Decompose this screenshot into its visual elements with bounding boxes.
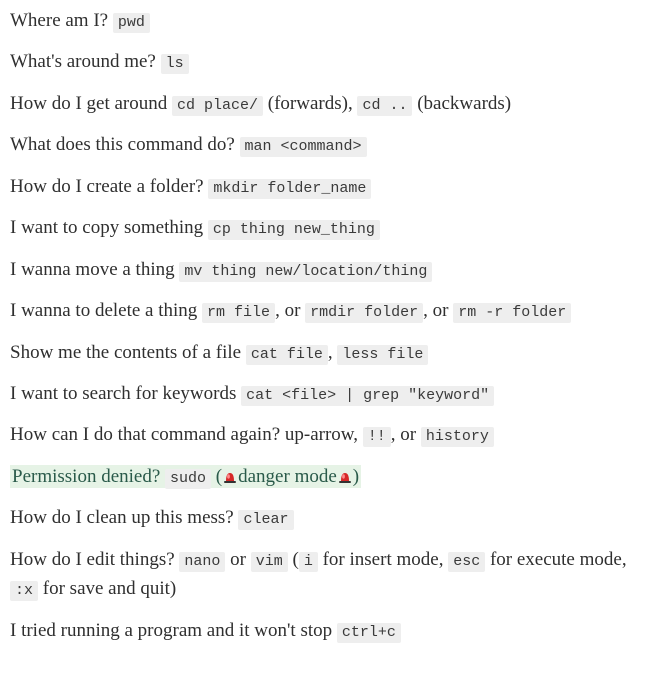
question-text: Permission denied? [12, 466, 160, 487]
line-ctrlc: I tried running a program and it won't s… [10, 616, 656, 645]
question-text: How can I do that command again? up-arro… [10, 424, 358, 445]
cmd-cat: cat file [246, 345, 328, 365]
cmd-cd-back: cd .. [357, 96, 412, 116]
question-text: How do I clean up this mess? [10, 507, 234, 528]
cmd-less: less file [337, 345, 428, 365]
text: ) [353, 466, 359, 487]
cmd-bangbang: !! [363, 427, 391, 447]
cmd-rmdir: rmdir folder [305, 303, 423, 323]
cmd-vim-esc: esc [448, 552, 485, 572]
cmd-rm: rm file [202, 303, 275, 323]
cmd-vim: vim [251, 552, 288, 572]
question-text: Show me the contents of a file [10, 342, 241, 363]
text: for execute mode, [485, 549, 626, 570]
text: , or [275, 300, 305, 321]
line-grep: I want to search for keywords cat <file>… [10, 379, 656, 408]
line-mv: I wanna move a thing mv thing new/locati… [10, 255, 656, 284]
question-text: How do I edit things? [10, 549, 175, 570]
line-cd: How do I get around cd place/ (forwards)… [10, 89, 656, 118]
line-pwd: Where am I? pwd [10, 6, 656, 35]
line-ls: What's around me? ls [10, 47, 656, 76]
cmd-history: history [421, 427, 494, 447]
question-text: I wanna move a thing [10, 259, 175, 280]
question-text: Where am I? [10, 10, 108, 31]
line-cp: I want to copy something cp thing new_th… [10, 213, 656, 242]
cmd-grep: cat <file> | grep "keyword" [241, 386, 494, 406]
line-cat: Show me the contents of a file cat file,… [10, 338, 656, 367]
text: (forwards), [263, 93, 357, 114]
question-text: How do I create a folder? [10, 176, 204, 197]
cmd-rm-r: rm -r folder [453, 303, 571, 323]
cmd-ctrl-c: ctrl+c [337, 623, 401, 643]
cmd-mkdir: mkdir folder_name [208, 179, 371, 199]
question-text: How do I get around [10, 93, 167, 114]
cmd-mv: mv thing new/location/thing [179, 262, 432, 282]
siren-icon [337, 468, 353, 484]
question-text: I want to search for keywords [10, 383, 236, 404]
siren-icon [222, 468, 238, 484]
text: ( [288, 549, 299, 570]
cmd-clear: clear [238, 510, 293, 530]
text: for insert mode, [318, 549, 448, 570]
cmd-vim-x: :x [10, 581, 38, 601]
highlight-permission-denied: Permission denied? sudo ( danger mode) [10, 465, 361, 488]
line-man: What does this command do? man <command> [10, 130, 656, 159]
text: , [328, 342, 338, 363]
cmd-nano: nano [179, 552, 225, 572]
question-text: I wanna to delete a thing [10, 300, 197, 321]
question-text: I want to copy something [10, 217, 203, 238]
cmd-ls: ls [161, 54, 189, 74]
text: (backwards) [412, 93, 511, 114]
text: , or [423, 300, 453, 321]
cmd-man: man <command> [240, 137, 367, 157]
text: or [225, 549, 250, 570]
cmd-vim-i: i [299, 552, 318, 572]
line-rm: I wanna to delete a thing rm file, or rm… [10, 296, 656, 325]
danger-mode-text: danger mode [238, 466, 337, 487]
line-edit: How do I edit things? nano or vim (i for… [10, 545, 656, 604]
text: , or [391, 424, 421, 445]
cmd-sudo: sudo [165, 469, 211, 489]
line-clear: How do I clean up this mess? clear [10, 503, 656, 532]
text: for save and quit) [38, 578, 176, 599]
question-text: What's around me? [10, 51, 156, 72]
line-sudo: Permission denied? sudo ( danger mode) [10, 462, 656, 491]
line-mkdir: How do I create a folder? mkdir folder_n… [10, 172, 656, 201]
question-text: What does this command do? [10, 134, 235, 155]
line-history: How can I do that command again? up-arro… [10, 420, 656, 449]
cmd-cd-forward: cd place/ [172, 96, 263, 116]
question-text: I tried running a program and it won't s… [10, 620, 332, 641]
text: ( [211, 466, 222, 487]
cmd-cp: cp thing new_thing [208, 220, 380, 240]
cmd-pwd: pwd [113, 13, 150, 33]
